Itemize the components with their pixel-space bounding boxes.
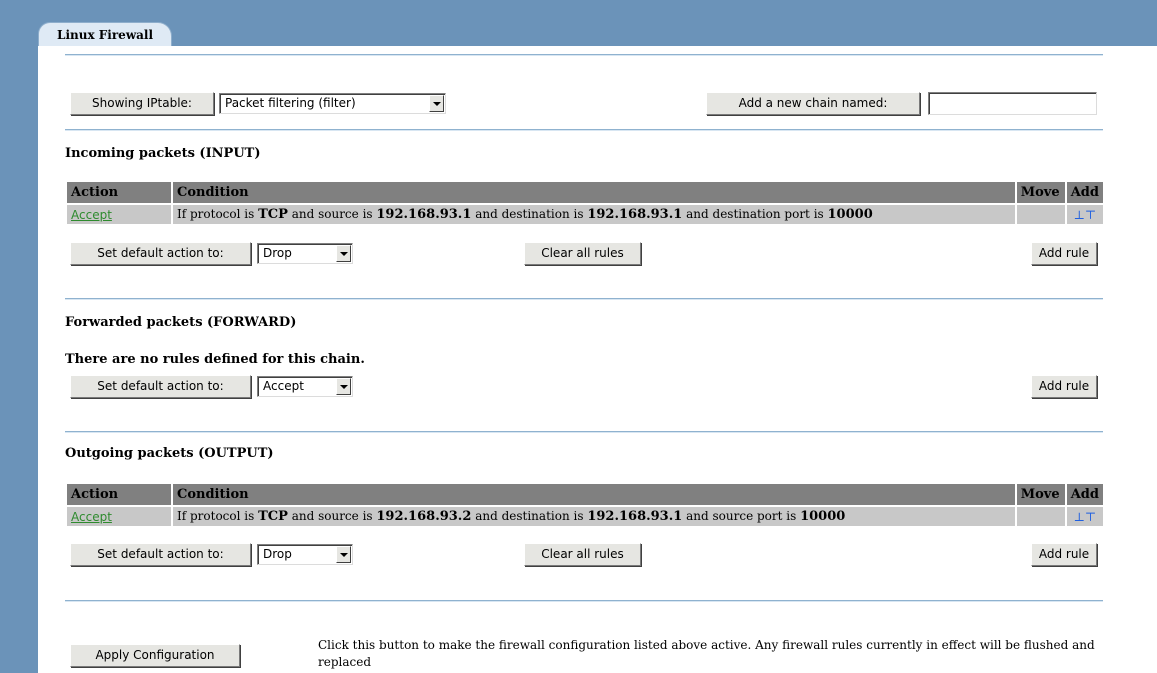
divider — [65, 129, 1103, 131]
cond-text: If protocol is — [177, 509, 259, 523]
move-cell — [1016, 205, 1065, 224]
input-rules-table: Action Condition Move Add Accept If prot… — [65, 180, 1105, 226]
table-row: Accept If protocol is TCP and source is … — [67, 205, 1103, 224]
clear-all-rules-button[interactable]: Clear all rules — [524, 242, 641, 265]
divider — [65, 54, 1103, 56]
col-add: Add — [1066, 182, 1103, 203]
cond-text: and destination is — [471, 207, 588, 221]
divider — [65, 298, 1103, 300]
chevron-down-icon[interactable] — [336, 546, 351, 563]
cond-text: and source is — [287, 207, 377, 221]
no-rules-message: There are no rules defined for this chai… — [65, 352, 365, 367]
apply-configuration-button[interactable]: Apply Configuration — [70, 644, 240, 667]
section-title-forward: Forwarded packets (FORWARD) — [65, 315, 297, 330]
condition-cell: If protocol is TCP and source is 192.168… — [173, 205, 1015, 224]
cond-text: and source is — [287, 509, 377, 523]
default-action-value: Drop — [263, 246, 292, 260]
input-default-action-select[interactable]: Drop — [257, 243, 353, 264]
cond-destination: 192.168.93.1 — [587, 509, 683, 524]
move-cell — [1016, 507, 1065, 526]
add-rule-icons[interactable]: ⊥⊤ — [1066, 507, 1103, 526]
add-rule-button[interactable]: Add rule — [1031, 375, 1097, 398]
section-title-output: Outgoing packets (OUTPUT) — [65, 446, 274, 461]
cond-source: 192.168.93.2 — [376, 509, 472, 524]
action-cell: Accept — [67, 205, 171, 224]
set-default-action-button[interactable]: Set default action to: — [70, 543, 251, 566]
iptable-select[interactable]: Packet filtering (filter) — [219, 93, 446, 114]
col-condition: Condition — [173, 484, 1015, 505]
cond-port: 10000 — [827, 207, 873, 222]
cond-text: If protocol is — [177, 207, 259, 221]
col-condition: Condition — [173, 182, 1015, 203]
chain-name-input[interactable] — [928, 92, 1097, 115]
rule-action-link[interactable]: Accept — [71, 208, 112, 222]
col-action: Action — [67, 182, 171, 203]
divider — [65, 431, 1103, 433]
add-rule-button[interactable]: Add rule — [1031, 543, 1097, 566]
cond-text: and destination is — [471, 509, 588, 523]
set-default-action-button[interactable]: Set default action to: — [70, 375, 251, 398]
tab-linux-firewall[interactable]: Linux Firewall — [38, 22, 172, 47]
condition-cell: If protocol is TCP and source is 192.168… — [173, 507, 1015, 526]
cond-destination: 192.168.93.1 — [587, 207, 683, 222]
forward-default-action-select[interactable]: Accept — [257, 376, 353, 397]
iptable-select-value: Packet filtering (filter) — [225, 96, 356, 110]
add-rule-button[interactable]: Add rule — [1031, 242, 1097, 265]
divider — [65, 600, 1103, 602]
add-chain-button[interactable]: Add a new chain named: — [706, 92, 920, 115]
cond-text: and source port is — [682, 509, 801, 523]
default-action-value: Drop — [263, 547, 292, 561]
col-add: Add — [1066, 484, 1103, 505]
set-default-action-button[interactable]: Set default action to: — [70, 242, 251, 265]
col-action: Action — [67, 484, 171, 505]
table-row: Accept If protocol is TCP and source is … — [67, 507, 1103, 526]
cond-port: 10000 — [800, 509, 846, 524]
chevron-down-icon[interactable] — [336, 245, 351, 262]
section-title-input: Incoming packets (INPUT) — [65, 146, 261, 161]
cond-protocol: TCP — [258, 509, 288, 524]
col-move: Move — [1016, 484, 1065, 505]
cond-source: 192.168.93.1 — [376, 207, 472, 222]
col-move: Move — [1016, 182, 1065, 203]
chevron-down-icon[interactable] — [429, 95, 444, 112]
main-panel: Showing IPtable: Packet filtering (filte… — [38, 46, 1157, 673]
action-cell: Accept — [67, 507, 171, 526]
add-rule-icons[interactable]: ⊥⊤ — [1066, 205, 1103, 224]
showing-iptable-button[interactable]: Showing IPtable: — [70, 92, 214, 115]
table-header-row: Action Condition Move Add — [67, 182, 1103, 203]
cond-text: and destination port is — [682, 207, 828, 221]
chevron-down-icon[interactable] — [336, 378, 351, 395]
clear-all-rules-button[interactable]: Clear all rules — [524, 543, 641, 566]
output-rules-table: Action Condition Move Add Accept If prot… — [65, 482, 1105, 528]
rule-action-link[interactable]: Accept — [71, 510, 112, 524]
apply-description: Click this button to make the firewall c… — [318, 638, 1095, 669]
default-action-value: Accept — [263, 379, 304, 393]
cond-protocol: TCP — [258, 207, 288, 222]
output-default-action-select[interactable]: Drop — [257, 544, 353, 565]
table-header-row: Action Condition Move Add — [67, 484, 1103, 505]
